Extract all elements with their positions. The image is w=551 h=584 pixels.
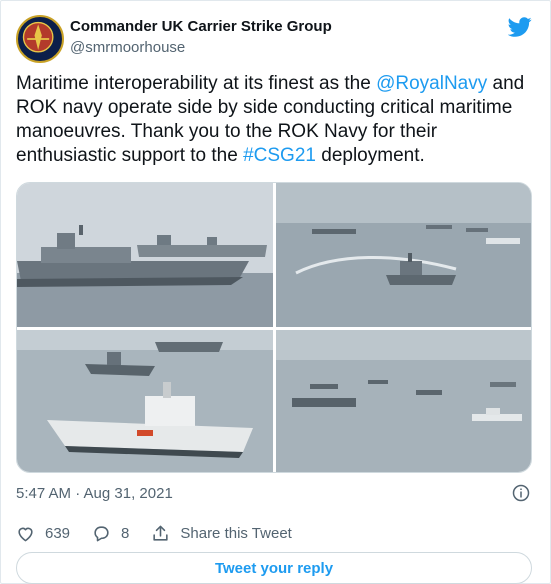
tweet-text-part: deployment. bbox=[315, 145, 425, 166]
mention-link[interactable]: @RoyalNavy bbox=[376, 73, 487, 94]
author-handle[interactable]: @smrmoorhouse bbox=[70, 39, 185, 56]
reply-bubble-icon bbox=[94, 525, 109, 541]
tweet-text-part: Maritime interoperability at its finest … bbox=[16, 73, 377, 94]
tweet-your-reply-button[interactable]: Tweet your reply bbox=[16, 552, 532, 584]
heart-icon bbox=[18, 527, 33, 541]
share-label: Share this Tweet bbox=[180, 524, 292, 542]
tweet-text: Maritime interoperability at its finest … bbox=[16, 72, 536, 168]
reply-action-button[interactable]: 8 bbox=[92, 524, 129, 543]
like-count: 639 bbox=[45, 524, 71, 542]
info-icon[interactable] bbox=[512, 484, 530, 502]
twitter-bird-icon[interactable] bbox=[508, 15, 532, 39]
photo-ship-formation[interactable] bbox=[276, 330, 531, 472]
photo-ships-side-by-side[interactable] bbox=[17, 183, 273, 327]
share-button[interactable]: Share this Tweet bbox=[151, 524, 292, 543]
hashtag-link[interactable]: #CSG21 bbox=[243, 145, 316, 166]
photo-support-ship[interactable] bbox=[17, 330, 273, 472]
like-button[interactable]: 639 bbox=[16, 524, 70, 543]
tweet-timestamp[interactable]: 5:47 AM · Aug 31, 2021 bbox=[16, 485, 173, 502]
media-grid bbox=[16, 182, 532, 473]
author-avatar[interactable] bbox=[16, 15, 64, 63]
tweet-actions: 639 8 Share this Tweet bbox=[16, 522, 314, 544]
author-display-name[interactable]: Commander UK Carrier Strike Group bbox=[70, 18, 332, 35]
naval-crest-icon bbox=[18, 17, 58, 57]
share-icon bbox=[153, 525, 168, 541]
tweet-card: Commander UK Carrier Strike Group @smrmo… bbox=[0, 0, 551, 584]
reply-count: 8 bbox=[121, 524, 130, 542]
photo-frigate-turning[interactable] bbox=[276, 183, 531, 327]
